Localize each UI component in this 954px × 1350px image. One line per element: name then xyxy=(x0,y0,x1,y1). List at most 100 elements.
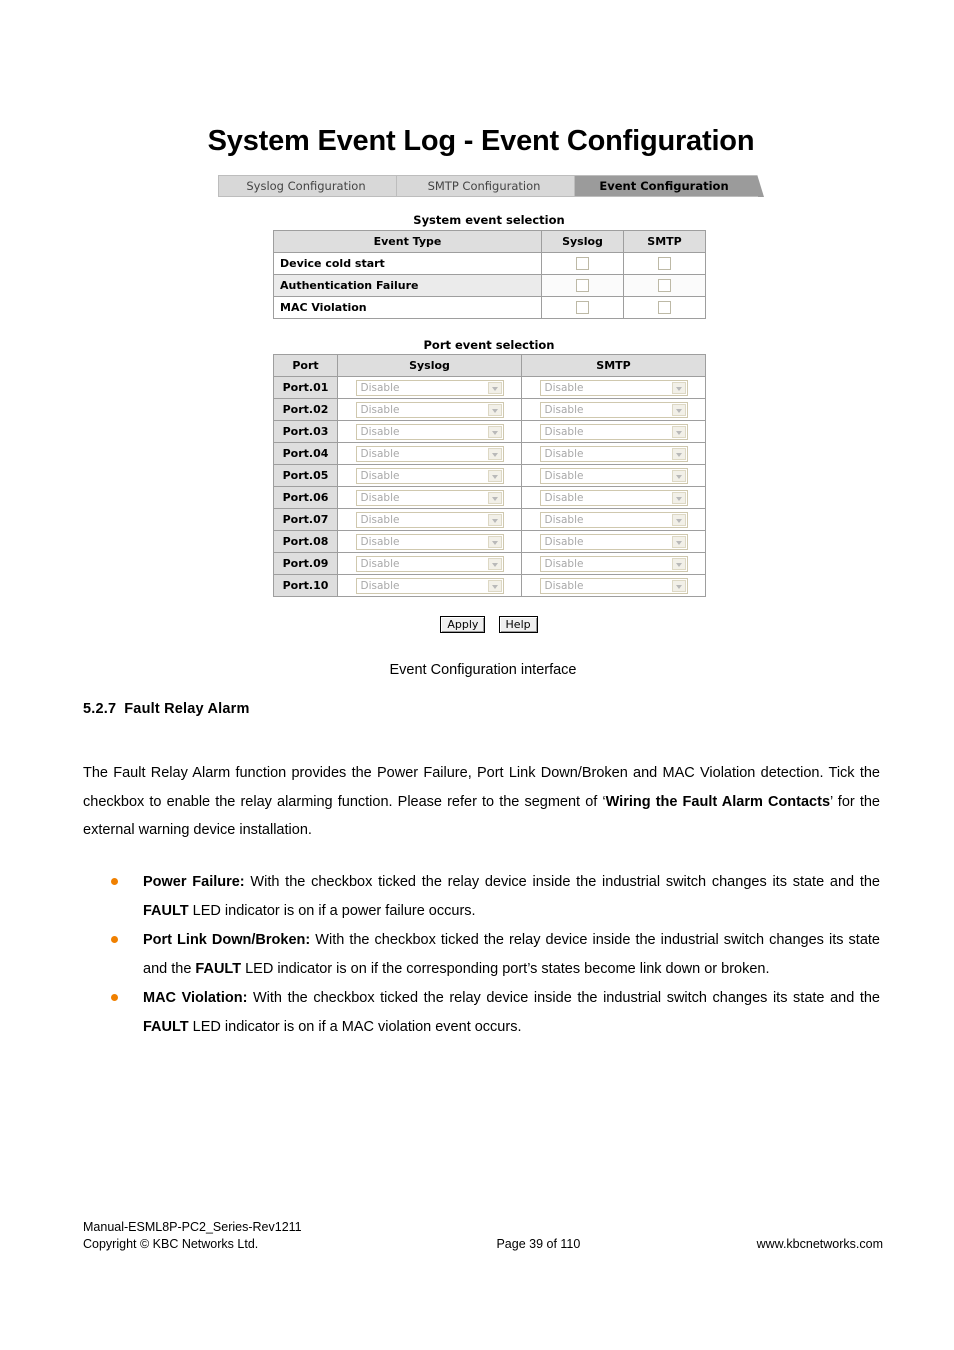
smtp-select[interactable]: Disable xyxy=(539,423,688,440)
chevron-down-icon[interactable] xyxy=(671,403,686,416)
table-header-row: Event Type Syslog SMTP xyxy=(273,230,706,253)
help-button[interactable]: Help xyxy=(498,616,538,633)
syslog-select[interactable]: Disable xyxy=(355,445,504,462)
syslog-select[interactable]: Disable xyxy=(355,577,504,594)
tab-smtp-configuration[interactable]: SMTP Configuration xyxy=(396,175,582,197)
chevron-down-icon[interactable] xyxy=(487,491,502,504)
select-value: Disable xyxy=(544,425,584,438)
smtp-select[interactable]: Disable xyxy=(539,555,688,572)
syslog-select[interactable]: Disable xyxy=(355,423,504,440)
chevron-down-icon[interactable] xyxy=(671,513,686,526)
syslog-select[interactable]: Disable xyxy=(355,467,504,484)
syslog-checkbox-cell[interactable] xyxy=(541,274,624,297)
select-value: Disable xyxy=(544,513,584,526)
chevron-down-icon[interactable] xyxy=(487,381,502,394)
table-row: Device cold start xyxy=(273,252,706,275)
chevron-down-icon[interactable] xyxy=(487,579,502,592)
chevron-down-icon[interactable] xyxy=(671,381,686,394)
checkbox-icon[interactable] xyxy=(576,279,589,293)
list-item-text-part2: LED indicator is on if the corresponding… xyxy=(241,960,770,977)
select-value: Disable xyxy=(360,535,400,548)
chevron-down-icon[interactable] xyxy=(671,447,686,460)
apply-button[interactable]: Apply xyxy=(440,616,486,633)
chevron-down-icon[interactable] xyxy=(671,469,686,482)
checkbox-icon[interactable] xyxy=(576,257,589,271)
syslog-checkbox-cell[interactable] xyxy=(541,252,624,275)
checkbox-icon[interactable] xyxy=(658,279,671,293)
chevron-down-icon[interactable] xyxy=(487,469,502,482)
syslog-select[interactable]: Disable xyxy=(355,379,504,396)
syslog-select[interactable]: Disable xyxy=(355,555,504,572)
port-label: Port.10 xyxy=(273,574,338,597)
port-event-selection-caption: Port event selection xyxy=(423,338,555,352)
syslog-select-cell: Disable xyxy=(337,574,522,597)
chevron-down-icon[interactable] xyxy=(671,579,686,592)
tab-event-configuration[interactable]: Event Configuration xyxy=(574,175,764,197)
system-event-selection-table: Event Type Syslog SMTP Device cold start… xyxy=(273,230,706,319)
smtp-select-cell: Disable xyxy=(521,398,706,421)
figure-caption: Event Configuration interface xyxy=(389,662,577,678)
port-label: Port.02 xyxy=(273,398,338,421)
bullet-dot-icon xyxy=(111,994,118,1001)
chevron-down-icon[interactable] xyxy=(487,425,502,438)
select-value: Disable xyxy=(544,447,584,460)
smtp-select[interactable]: Disable xyxy=(539,533,688,550)
table-header-row: Port Syslog SMTP xyxy=(273,354,706,377)
tab-label: Syslog Configuration xyxy=(246,179,366,193)
syslog-select[interactable]: Disable xyxy=(355,489,504,506)
select-value: Disable xyxy=(544,469,584,482)
syslog-select-cell: Disable xyxy=(337,486,522,509)
smtp-select[interactable]: Disable xyxy=(539,511,688,528)
smtp-select[interactable]: Disable xyxy=(539,467,688,484)
list-item-text-part2: LED indicator is on if a MAC violation e… xyxy=(188,1018,522,1035)
chevron-down-icon[interactable] xyxy=(487,557,502,570)
syslog-checkbox-cell[interactable] xyxy=(541,296,624,319)
smtp-select-cell: Disable xyxy=(521,442,706,465)
checkbox-icon[interactable] xyxy=(576,301,589,315)
checkbox-icon[interactable] xyxy=(658,257,671,271)
list-item-bold-fault: FAULT xyxy=(143,1018,189,1035)
syslog-select[interactable]: Disable xyxy=(355,511,504,528)
footer-copyright: Copyright © KBC Networks Ltd. xyxy=(83,1237,259,1251)
chevron-down-icon[interactable] xyxy=(487,535,502,548)
chevron-down-icon[interactable] xyxy=(671,535,686,548)
select-value: Disable xyxy=(544,535,584,548)
chevron-down-icon[interactable] xyxy=(671,557,686,570)
table-row: Port.04 Disable Disable xyxy=(273,442,706,465)
smtp-checkbox-cell[interactable] xyxy=(623,252,706,275)
chevron-down-icon[interactable] xyxy=(487,403,502,416)
select-value: Disable xyxy=(360,381,400,394)
smtp-select[interactable]: Disable xyxy=(539,577,688,594)
port-label: Port.08 xyxy=(273,530,338,553)
select-value: Disable xyxy=(360,425,400,438)
table-row: Port.10 Disable Disable xyxy=(273,574,706,597)
smtp-select-cell: Disable xyxy=(521,552,706,575)
footer-line-2: Copyright © KBC Networks Ltd. Page 39 of… xyxy=(83,1236,883,1253)
list-item-text-part1: With the checkbox ticked the relay devic… xyxy=(244,874,880,890)
port-rows: Port.01 Disable Disable Port.02 Disable Disab… xyxy=(273,376,706,597)
port-label: Port.04 xyxy=(273,442,338,465)
chevron-down-icon[interactable] xyxy=(487,447,502,460)
tab-syslog-configuration[interactable]: Syslog Configuration xyxy=(218,175,404,197)
smtp-checkbox-cell[interactable] xyxy=(623,274,706,297)
port-label: Port.01 xyxy=(273,376,338,399)
syslog-select[interactable]: Disable xyxy=(355,401,504,418)
smtp-select[interactable]: Disable xyxy=(539,445,688,462)
section-number: 5.2.7 xyxy=(83,701,117,717)
syslog-select-cell: Disable xyxy=(337,376,522,399)
chevron-down-icon[interactable] xyxy=(487,513,502,526)
section-title: Fault Relay Alarm xyxy=(124,701,250,717)
bullet-dot-icon xyxy=(111,878,118,885)
smtp-select[interactable]: Disable xyxy=(539,489,688,506)
chevron-down-icon[interactable] xyxy=(671,491,686,504)
checkbox-icon[interactable] xyxy=(658,301,671,315)
column-header-port: Port xyxy=(273,354,338,377)
smtp-checkbox-cell[interactable] xyxy=(623,296,706,319)
list-item: Power Failure: With the checkbox ticked … xyxy=(83,868,880,925)
smtp-select[interactable]: Disable xyxy=(539,401,688,418)
column-header-syslog: Syslog xyxy=(337,354,522,377)
smtp-select[interactable]: Disable xyxy=(539,379,688,396)
syslog-select[interactable]: Disable xyxy=(355,533,504,550)
table-row: Port.05 Disable Disable xyxy=(273,464,706,487)
chevron-down-icon[interactable] xyxy=(671,425,686,438)
